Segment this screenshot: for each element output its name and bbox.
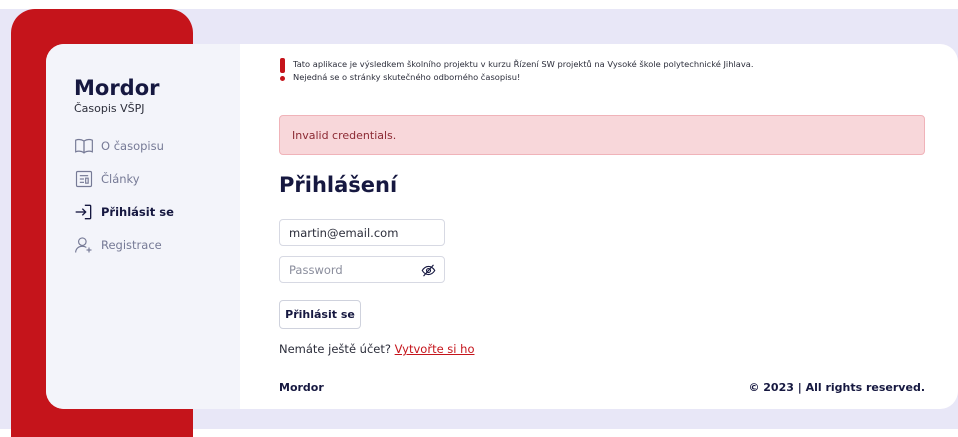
brand-subtitle: Časopis VŠPJ: [74, 102, 145, 115]
notice-line-2: Nejedná se o stránky skutečného odbornéh…: [293, 72, 521, 82]
password-placeholder: Password: [289, 262, 343, 277]
notice-line-1: Tato aplikace je výsledkem školního proj…: [293, 59, 754, 69]
sidebar-item-label: Články: [101, 171, 140, 186]
project-notice: Tato aplikace je výsledkem školního proj…: [279, 58, 925, 84]
eye-off-icon[interactable]: [421, 263, 436, 278]
footer-copyright: © 2023 | All rights reserved.: [748, 381, 925, 394]
brand-title[interactable]: Mordor: [74, 76, 240, 100]
sidebar-item-label: Registrace: [101, 237, 162, 252]
app-card: Mordor Časopis VŠPJ O časopisu Články Př…: [46, 44, 958, 409]
signup-prompt-text: Nemáte ještě účet?: [279, 342, 391, 356]
email-value: martin@email.com: [289, 225, 399, 240]
newspaper-icon: [75, 170, 93, 187]
book-icon: [75, 138, 93, 154]
login-icon: [75, 204, 92, 219]
page-title: Přihlášení: [279, 173, 398, 197]
email-field[interactable]: martin@email.com: [279, 219, 445, 246]
error-alert: Invalid credentials.: [279, 115, 925, 155]
footer-brand: Mordor: [279, 381, 324, 394]
alert-text: Invalid credentials.: [292, 128, 397, 142]
signup-link[interactable]: Vytvořte si ho: [395, 342, 475, 356]
sidebar: Mordor Časopis VŠPJ O časopisu Články Př…: [46, 44, 240, 409]
signup-prompt: Nemáte ještě účet? Vytvořte si ho: [279, 342, 925, 356]
main-content: Tato aplikace je výsledkem školního proj…: [240, 44, 958, 409]
sidebar-nav: O časopisu Články Přihlásit se Registrac…: [74, 129, 240, 261]
sidebar-item-label: Přihlásit se: [101, 204, 174, 219]
user-add-icon: [75, 236, 92, 253]
footer: Mordor © 2023 | All rights reserved.: [279, 381, 925, 394]
sidebar-item-login[interactable]: Přihlásit se: [74, 195, 240, 228]
login-button[interactable]: Přihlásit se: [279, 300, 361, 329]
sidebar-item-articles[interactable]: Články: [74, 162, 240, 195]
password-field[interactable]: Password: [279, 256, 445, 283]
sidebar-item-label: O časopisu: [101, 138, 164, 153]
exclamation-icon: [279, 58, 287, 82]
sidebar-item-about[interactable]: O časopisu: [74, 129, 240, 162]
sidebar-item-register[interactable]: Registrace: [74, 228, 240, 261]
